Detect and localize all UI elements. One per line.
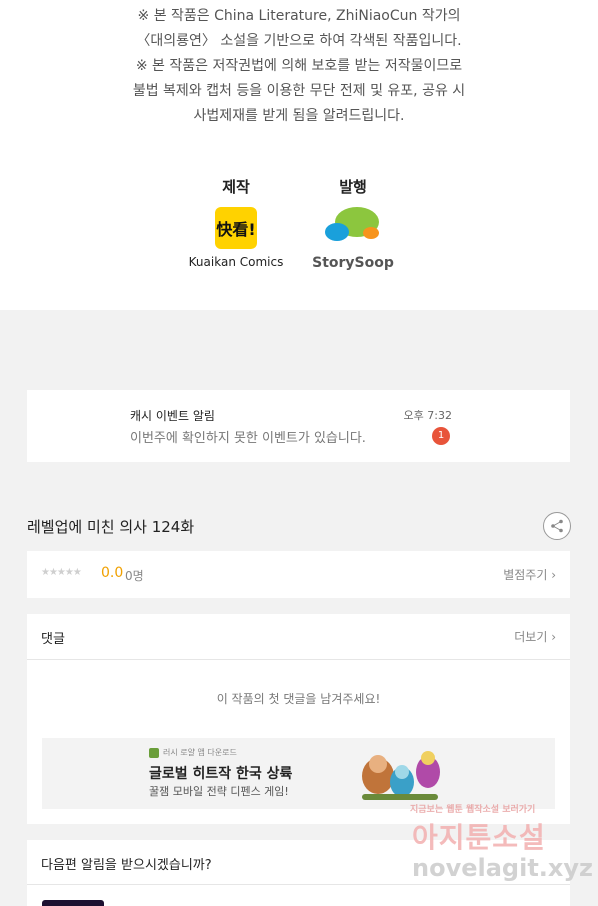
notice-section: ※ 본 작품은 China Literature, ZhiNiaoCun 작가의… xyxy=(0,0,598,310)
comments-more-button[interactable]: 더보기 › xyxy=(514,628,556,645)
copyright-notice: ※ 본 작품은 China Literature, ZhiNiaoCun 작가의… xyxy=(0,4,598,129)
credits: 제작 快看! Kuaikan Comics 발행 StorySoop xyxy=(0,176,598,276)
notification-text: 이번주에 확인하지 못한 이벤트가 있습니다. xyxy=(130,431,366,446)
watermark-middle: 아지툰소설 xyxy=(412,821,546,854)
watermark-top: 지금보는 웹툰 웹작소설 보러가기 xyxy=(410,805,536,815)
rating-stars: ★★★★★ xyxy=(41,567,82,578)
publisher-credit: 발행 StorySoop xyxy=(298,176,408,271)
episode-title: 레벨업에 미친 의사 124화 xyxy=(27,518,195,536)
notification-time: 오후 7:32 xyxy=(403,409,452,422)
notice-line: 사법제재를 받게 됨을 알려드립니다. xyxy=(193,108,405,124)
notice-line: 불법 복제와 캡처 등을 이용한 무단 전제 및 유포, 공유 시 xyxy=(132,83,466,99)
rating-count: 0명 xyxy=(125,569,144,583)
publisher-name: StorySoop xyxy=(312,255,394,271)
notice-line: ※ 본 작품은 China Literature, ZhiNiaoCun 작가의 xyxy=(137,8,461,24)
share-icon xyxy=(551,519,563,533)
next-episode-title: 다음편 알림을 받으시겠습니까? xyxy=(41,858,212,873)
event-notification[interactable]: 캐시 이벤트 알림 이번주에 확인하지 못한 이벤트가 있습니다. 오후 7:3… xyxy=(27,390,570,462)
share-button[interactable] xyxy=(543,512,571,540)
ad-title: 글로벌 히트작 한국 상륙 xyxy=(149,766,293,782)
ad-source: 러시 로얄 앱 다운로드 xyxy=(163,748,237,757)
ad-character-art xyxy=(362,751,440,800)
notification-badge: 1 xyxy=(432,427,450,445)
comments-empty-text: 이 작품의 첫 댓글을 남겨주세요! xyxy=(216,692,381,706)
ad-subtitle: 꿀잼 모바일 전략 디펜스 게임! xyxy=(149,785,289,798)
ad-banner[interactable]: 러시 로얄 앱 다운로드 글로벌 히트작 한국 상륙 꿀잼 모바일 전략 디펜스… xyxy=(42,738,555,809)
production-name: Kuaikan Comics xyxy=(188,255,284,269)
rate-button[interactable]: 별점주기 › xyxy=(503,566,556,583)
comments-title: 댓글 xyxy=(41,632,65,647)
production-label: 제작 xyxy=(222,178,250,196)
notice-line: ※ 본 작품은 저작권법에 의해 보호를 받는 저작물이므로 xyxy=(135,58,463,74)
comments-section: 댓글 더보기 › 이 작품의 첫 댓글을 남겨주세요! 러시 로얄 앱 다운로드… xyxy=(27,614,570,824)
production-credit: 제작 快看! Kuaikan Comics xyxy=(181,176,291,269)
notice-line: 〈대의룡연〉 소설을 기반으로 하여 각색된 작품입니다. xyxy=(136,33,462,49)
storysoop-logo xyxy=(323,207,383,249)
next-episode-thumbnail[interactable] xyxy=(42,900,104,906)
app-icon xyxy=(149,748,159,758)
divider xyxy=(27,659,570,660)
rating-score: 0.0 xyxy=(101,565,124,581)
publisher-label: 발행 xyxy=(339,178,367,196)
kuaikan-logo: 快看! xyxy=(215,207,257,249)
watermark-bottom: novelagit.xyz xyxy=(412,854,594,882)
watermark: 지금보는 웹툰 웹작소설 보러가기 아지툰소설 novelagit.xyz xyxy=(410,802,593,887)
notification-title: 캐시 이벤트 알림 xyxy=(130,409,215,423)
rating-bar: ★★★★★ 0.0 0명 별점주기 › xyxy=(27,551,570,598)
